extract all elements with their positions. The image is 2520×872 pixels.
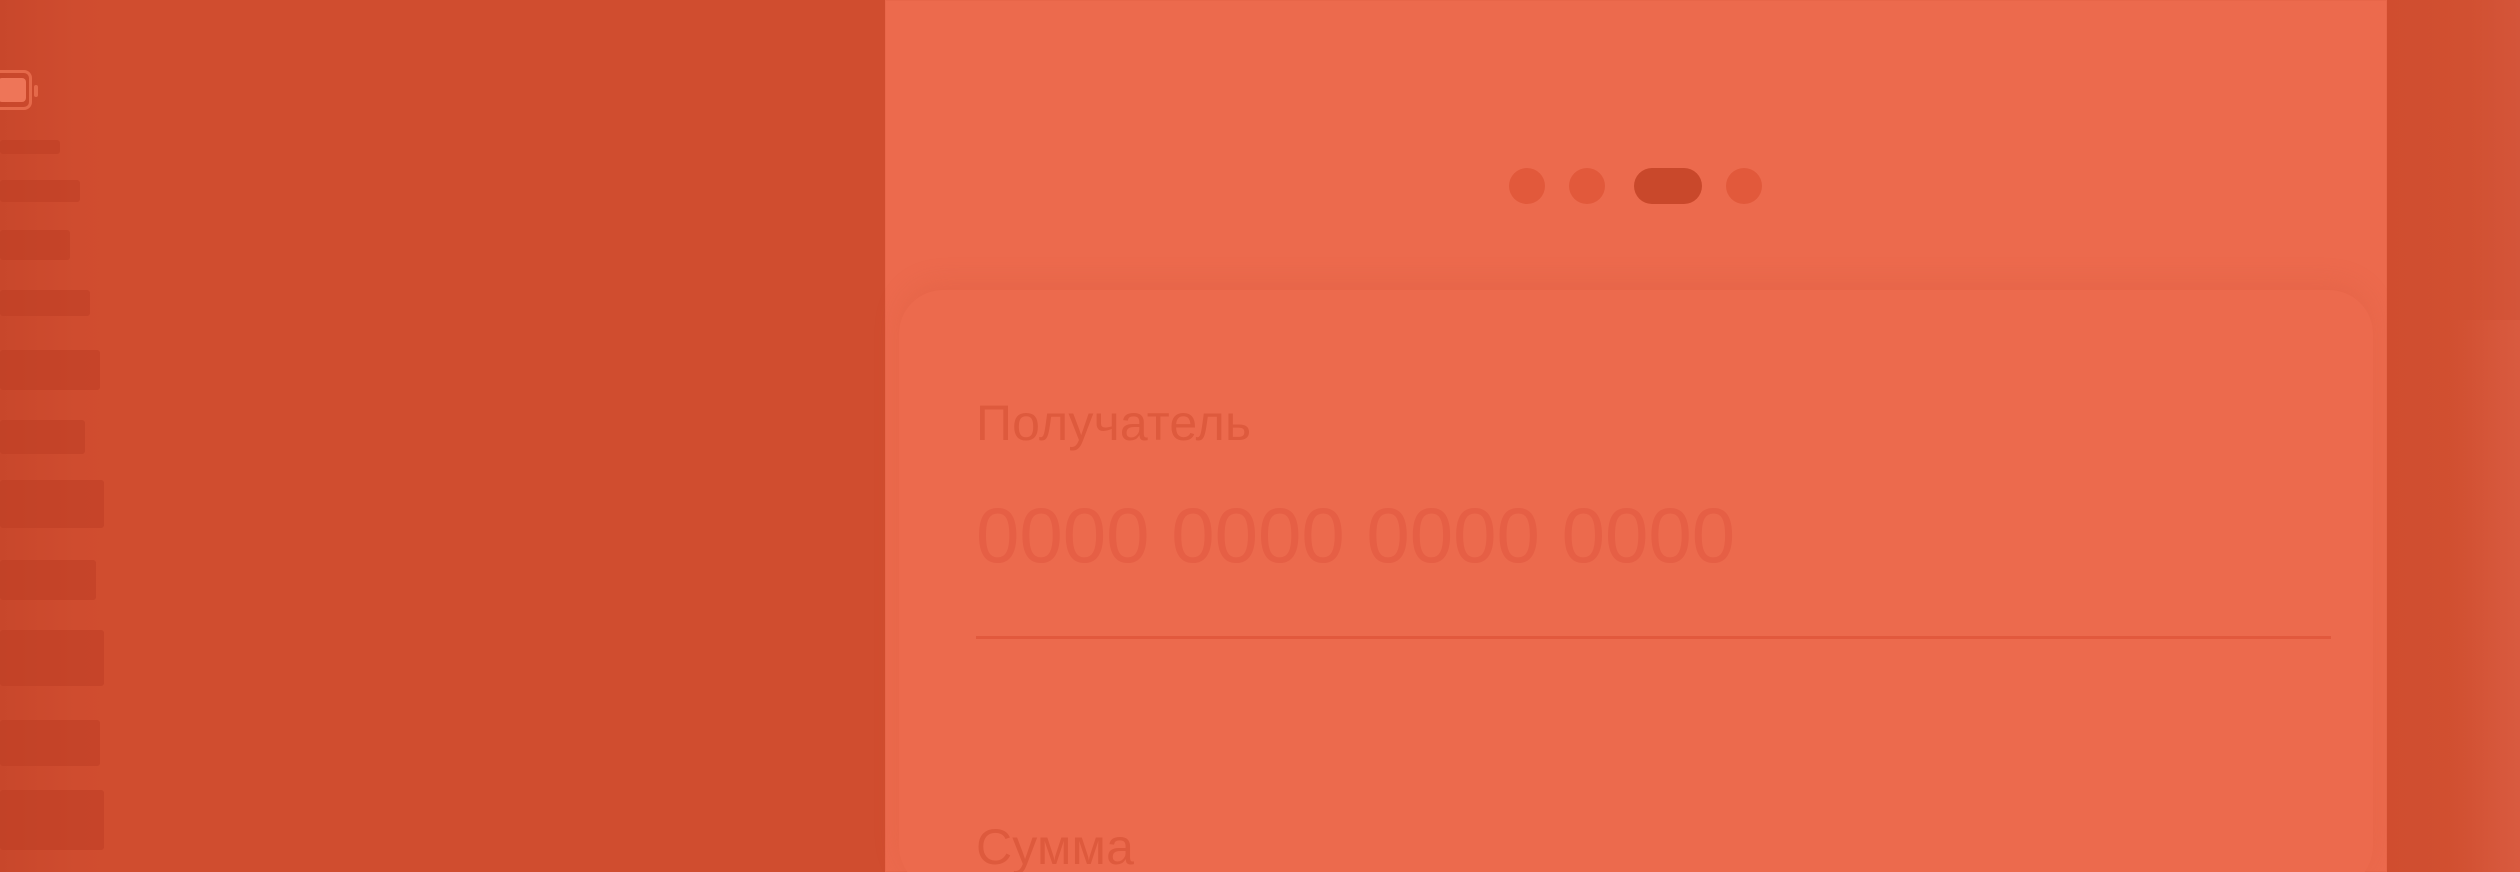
recipient-card-number-input[interactable]	[976, 490, 2176, 580]
recipient-underline	[976, 636, 2331, 639]
app-screen: Получатель Сумма	[0, 0, 2520, 872]
battery-icon	[0, 70, 38, 110]
page-dot-3-active[interactable]	[1634, 168, 1702, 204]
blurred-background-content	[0, 120, 108, 872]
transfer-panel: Получатель Сумма	[885, 0, 2387, 872]
right-edge-glow	[2450, 320, 2520, 872]
transfer-form-card: Получатель Сумма	[899, 290, 2373, 872]
page-dot-4[interactable]	[1726, 168, 1762, 204]
page-dot-1[interactable]	[1509, 168, 1545, 204]
amount-label: Сумма	[976, 819, 1135, 872]
page-dot-2[interactable]	[1569, 168, 1605, 204]
page-indicator	[885, 168, 2387, 204]
left-background-strip	[0, 0, 108, 872]
recipient-label: Получатель	[976, 395, 1252, 451]
right-background-strip	[2387, 0, 2520, 872]
